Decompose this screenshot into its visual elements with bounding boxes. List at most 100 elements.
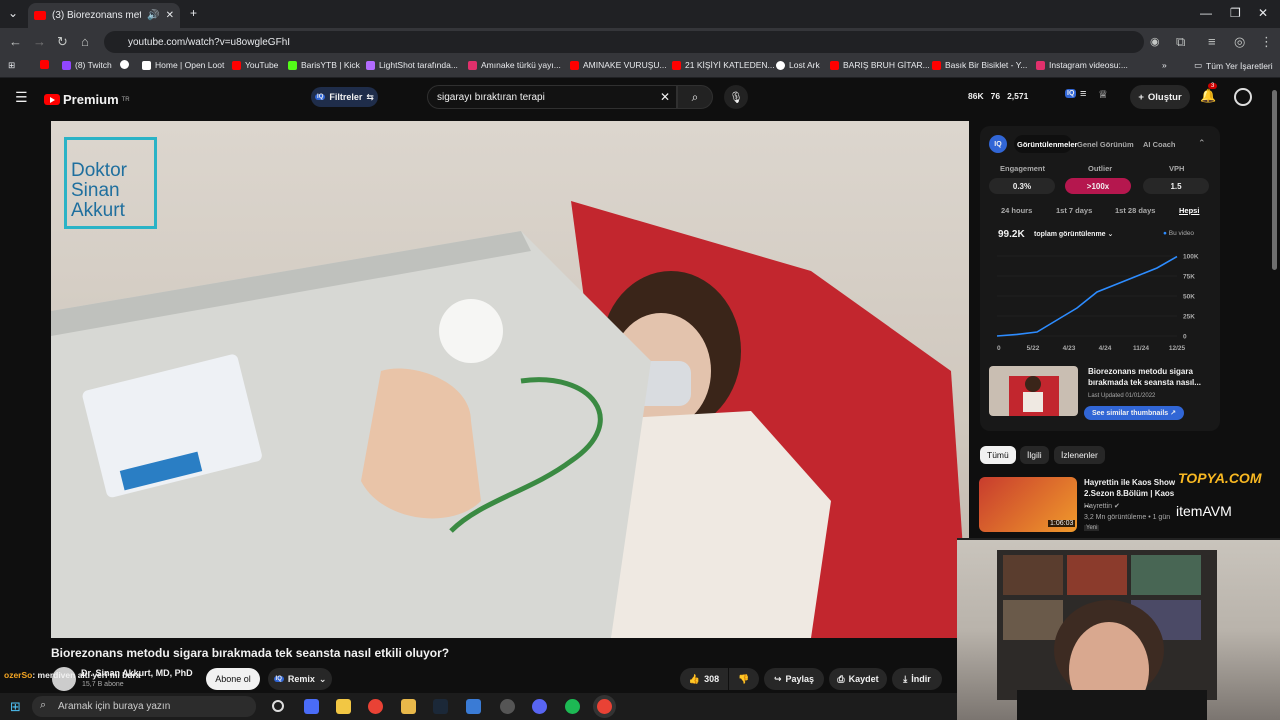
address-bar-row: ← → ↻ ⌂ youtube.com/watch?v=u8owgleGFhI … xyxy=(0,28,1280,56)
save-button[interactable]: ⎙ Kaydet xyxy=(829,668,887,690)
discord-icon[interactable] xyxy=(532,699,547,714)
browser-tab[interactable]: (3) Biorezonans metodu sig 🔊 ✕ xyxy=(28,3,180,28)
bookmark[interactable]: Instagram videosu:... xyxy=(1036,60,1128,70)
app-icon[interactable] xyxy=(304,699,319,714)
filters-button[interactable]: IQ Filtreler ⇆ xyxy=(311,87,378,107)
remix-button[interactable]: IQ Remix ⌄ xyxy=(268,668,332,690)
profile-icon[interactable]: ◎ xyxy=(1234,34,1245,50)
dislike-button[interactable]: 👎 xyxy=(729,668,759,690)
chat-message: : merdiven altı yeri mi bura xyxy=(32,670,141,680)
video-player[interactable]: Doktor Sinan Akkurt xyxy=(51,121,969,638)
bookmark[interactable]: LightShot tarafında... xyxy=(366,60,458,70)
iq-icon[interactable]: IQ xyxy=(1065,89,1077,98)
metric-vph: 1.5 xyxy=(1143,178,1209,194)
forward-icon[interactable]: → xyxy=(33,34,46,49)
chart-x-tick: 0 xyxy=(997,345,1001,352)
see-similar-button[interactable]: See similar thumbnails ↗ xyxy=(1084,406,1184,420)
tab-search-icon[interactable]: ⌄ xyxy=(8,6,18,20)
bookmark[interactable]: Basık Bir Bisiklet - Y... xyxy=(932,60,1027,70)
bookmark[interactable] xyxy=(40,60,49,69)
create-button[interactable]: + Oluştur xyxy=(1130,85,1190,109)
media-icon[interactable]: ≡ xyxy=(1208,34,1216,49)
chip-all[interactable]: Tümü xyxy=(980,446,1016,464)
share-button[interactable]: ↪ Paylaş xyxy=(764,668,824,690)
app-icon[interactable] xyxy=(500,699,515,714)
chrome-icon[interactable] xyxy=(368,699,383,714)
rec-meta: 3,2 Mn görüntüleme • 1 gün xyxy=(1084,514,1171,521)
home-icon[interactable]: ⌂ xyxy=(81,34,89,49)
bookmark[interactable]: BarisYTB | Kick xyxy=(288,60,360,70)
cortana-icon[interactable] xyxy=(272,700,284,712)
notifications-button[interactable]: 🔔 3 xyxy=(1200,83,1218,104)
chrome-active-icon[interactable] xyxy=(597,699,612,714)
bookmark[interactable]: Home | Open Loot xyxy=(142,60,224,70)
clear-search-icon[interactable]: ✕ xyxy=(660,90,670,104)
chart-y-tick: 0 xyxy=(1183,334,1187,341)
collapse-icon[interactable]: ⌃ xyxy=(1198,138,1206,149)
bookmark[interactable]: AMINAKE VURUŞU... xyxy=(570,60,667,70)
search-input[interactable]: sigarayı bıraktıran terapi ✕ xyxy=(427,85,677,109)
bookmark[interactable]: YouTube xyxy=(232,60,278,70)
menu-icon[interactable]: ⋮ xyxy=(1260,34,1273,50)
windows-taskbar: ⊞ ⌕ Aramak için buraya yazın xyxy=(0,693,957,720)
range-7d[interactable]: 1st 7 days xyxy=(1056,206,1092,215)
range-all[interactable]: Hepsi xyxy=(1179,206,1199,215)
sponsor-overlay: TOPYA.COM xyxy=(1178,470,1262,486)
app-icon[interactable] xyxy=(466,699,481,714)
url-field[interactable]: youtube.com/watch?v=u8owgleGFhI xyxy=(104,31,1144,53)
bookmark[interactable]: 21 KİŞİYİ KATLEDEN... xyxy=(672,60,775,70)
subs-stat: 2,571 xyxy=(1007,91,1029,101)
avatar[interactable] xyxy=(1234,88,1252,106)
views-dropdown[interactable]: toplam görüntülenme ⌄ xyxy=(1034,230,1113,238)
reload-icon[interactable]: ↻ xyxy=(57,34,68,50)
bookmark[interactable]: Amınake türkü yayı... xyxy=(468,60,561,70)
extension-icon[interactable]: ◉ xyxy=(1150,35,1160,48)
chip-related[interactable]: İlgili xyxy=(1020,446,1049,464)
youtube-favicon-icon xyxy=(34,11,46,20)
bookmark[interactable]: BARIŞ BRUH GİTAR... xyxy=(830,60,930,70)
minimize-icon[interactable]: — xyxy=(1200,6,1212,20)
all-bookmarks[interactable]: ▭ Tüm Yer İşaretleri xyxy=(1194,60,1273,71)
range-28d[interactable]: 1st 28 days xyxy=(1115,206,1155,215)
trophy-icon[interactable]: ♕ xyxy=(1098,88,1108,101)
tab-ai-coach[interactable]: AI Coach xyxy=(1143,140,1176,149)
bookmark[interactable] xyxy=(120,60,129,69)
tab-views[interactable]: Görüntülenmeler xyxy=(1017,140,1077,149)
download-icon: ⤓ xyxy=(903,673,908,684)
bookmark[interactable]: Lost Ark xyxy=(776,60,820,70)
bookmark[interactable]: (8) Twitch xyxy=(62,60,112,70)
voice-search-button[interactable]: 🎙 xyxy=(724,85,748,109)
tab-title: (3) Biorezonans metodu sig xyxy=(52,10,142,21)
app-icon[interactable] xyxy=(336,699,351,714)
apps-icon[interactable]: ⊞ xyxy=(8,60,15,71)
chip-watched[interactable]: İzlenenler xyxy=(1054,446,1105,464)
webcam-overlay xyxy=(957,538,1280,720)
close-window-icon[interactable]: ✕ xyxy=(1258,6,1268,20)
subscribe-button[interactable]: Abone ol xyxy=(206,668,260,690)
download-button[interactable]: ⤓ İndir xyxy=(892,668,942,690)
hamburger-menu-icon[interactable]: ☰ xyxy=(15,89,28,106)
file-explorer-icon[interactable] xyxy=(401,699,416,714)
youtube-logo[interactable]: Premium TR xyxy=(44,92,130,107)
url-text: youtube.com/watch?v=u8owgleGFhI xyxy=(128,36,291,48)
rec-channel[interactable]: Hayrettin ✔ xyxy=(1084,502,1120,510)
chart-y-tick: 25K xyxy=(1183,314,1195,321)
chart-x-tick: 4/24 xyxy=(1099,345,1112,352)
more-bookmarks-icon[interactable]: » xyxy=(1162,60,1167,70)
extensions-puzzle-icon[interactable]: ⧉ xyxy=(1176,34,1185,50)
spotify-icon[interactable] xyxy=(565,699,580,714)
taskbar-search[interactable]: ⌕ Aramak için buraya yazın xyxy=(32,696,256,717)
restore-icon[interactable]: ❐ xyxy=(1230,6,1241,20)
like-button[interactable]: 👍 308 xyxy=(680,668,728,690)
close-tab-icon[interactable]: ✕ xyxy=(166,10,174,21)
search-button[interactable]: ⌕ xyxy=(677,85,713,109)
tab-overview[interactable]: Genel Görünüm xyxy=(1077,140,1134,149)
new-tab-icon[interactable]: + xyxy=(190,6,197,20)
range-24h[interactable]: 24 hours xyxy=(1001,206,1032,215)
list-icon[interactable]: ≡ xyxy=(1080,88,1086,100)
back-icon[interactable]: ← xyxy=(9,34,22,49)
page-scrollbar[interactable] xyxy=(1272,90,1277,270)
steam-icon[interactable] xyxy=(433,699,448,714)
similar-thumbnail[interactable] xyxy=(989,366,1078,416)
windows-start-icon[interactable]: ⊞ xyxy=(10,699,21,715)
